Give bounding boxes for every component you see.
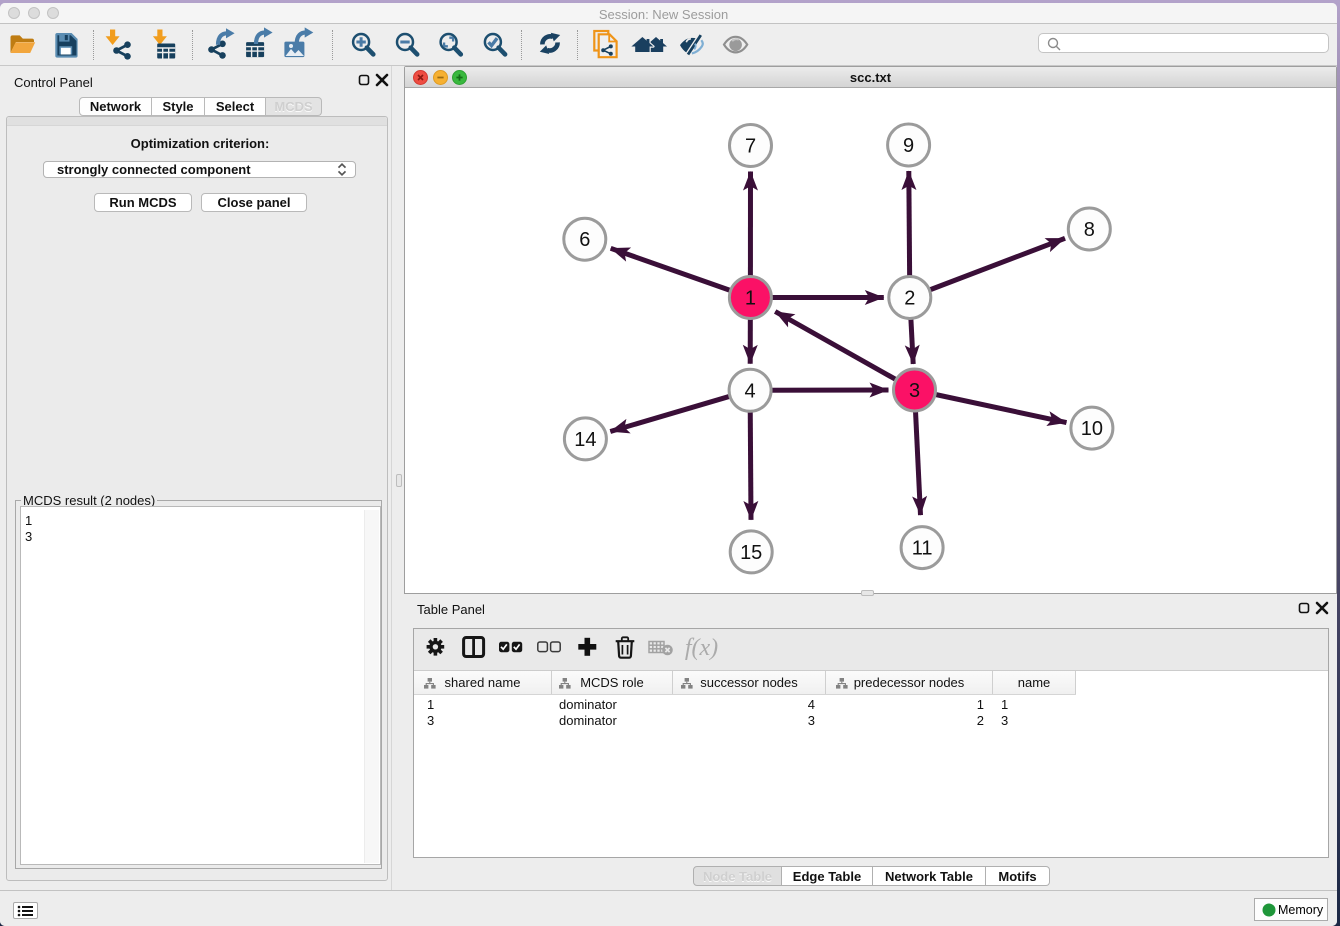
svg-text:14: 14 — [574, 429, 596, 451]
svg-text:15: 15 — [740, 542, 762, 564]
svg-text:10: 10 — [1081, 418, 1103, 440]
svg-text:7: 7 — [745, 136, 756, 158]
svg-text:9: 9 — [903, 135, 914, 157]
svg-text:11: 11 — [912, 538, 933, 560]
svg-text:8: 8 — [1084, 219, 1095, 241]
svg-text:3: 3 — [909, 380, 920, 402]
svg-text:6: 6 — [579, 229, 590, 251]
svg-text:1: 1 — [745, 288, 756, 310]
svg-text:f(x): f(x) — [685, 635, 718, 661]
svg-text:4: 4 — [745, 380, 756, 402]
svg-text:2: 2 — [904, 288, 915, 310]
